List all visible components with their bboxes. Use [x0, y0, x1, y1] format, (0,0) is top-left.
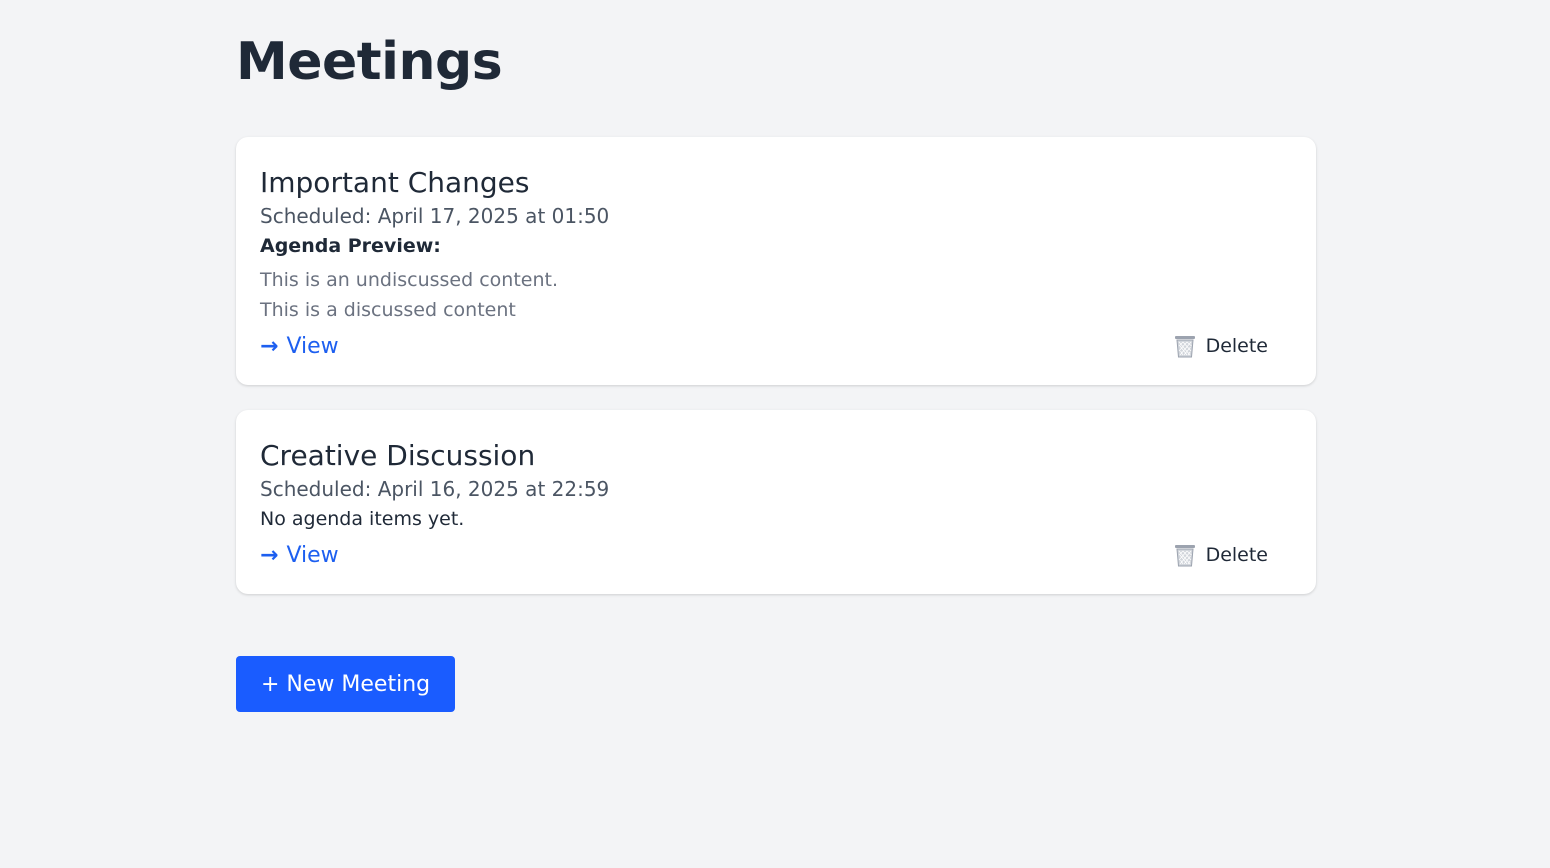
trash-icon — [1174, 545, 1195, 567]
meeting-actions: → View Delete — [260, 331, 1268, 361]
view-link-label: View — [286, 542, 339, 568]
meeting-title: Important Changes — [260, 166, 530, 199]
view-meeting-link[interactable]: → View — [260, 334, 339, 359]
meeting-title: Creative Discussion — [260, 439, 536, 472]
view-meeting-link[interactable]: → View — [260, 543, 339, 568]
meeting-scheduled: Scheduled: April 16, 2025 at 22:59 — [260, 477, 610, 501]
meeting-card: Creative Discussion Scheduled: April 16,… — [236, 410, 1316, 594]
delete-button-label: Delete — [1205, 335, 1268, 357]
page-title: Meetings — [236, 32, 503, 92]
meeting-actions: → View Delete — [260, 540, 1268, 570]
delete-meeting-button[interactable]: Delete — [1174, 543, 1268, 567]
view-link-label: View — [286, 333, 339, 359]
arrow-right-icon: → — [260, 333, 279, 359]
meeting-list: Important Changes Scheduled: April 17, 2… — [236, 137, 1316, 594]
meeting-scheduled: Scheduled: April 17, 2025 at 01:50 — [260, 204, 610, 228]
new-meeting-button[interactable]: + New Meeting — [236, 656, 456, 712]
agenda-preview-list: This is an undiscussed content. This is … — [260, 265, 1268, 325]
agenda-item: This is a discussed content — [260, 299, 516, 321]
arrow-right-icon: → — [260, 542, 279, 568]
agenda-preview-heading: Agenda Preview: — [260, 235, 441, 257]
trash-icon — [1174, 336, 1195, 358]
delete-button-label: Delete — [1205, 544, 1268, 566]
no-agenda-message: No agenda items yet. — [260, 508, 465, 530]
main-container: Meetings Important Changes Scheduled: Ap… — [236, 0, 1316, 712]
delete-meeting-button[interactable]: Delete — [1174, 334, 1268, 358]
agenda-item: This is an undiscussed content. — [260, 269, 558, 291]
meeting-card: Important Changes Scheduled: April 17, 2… — [236, 137, 1316, 385]
